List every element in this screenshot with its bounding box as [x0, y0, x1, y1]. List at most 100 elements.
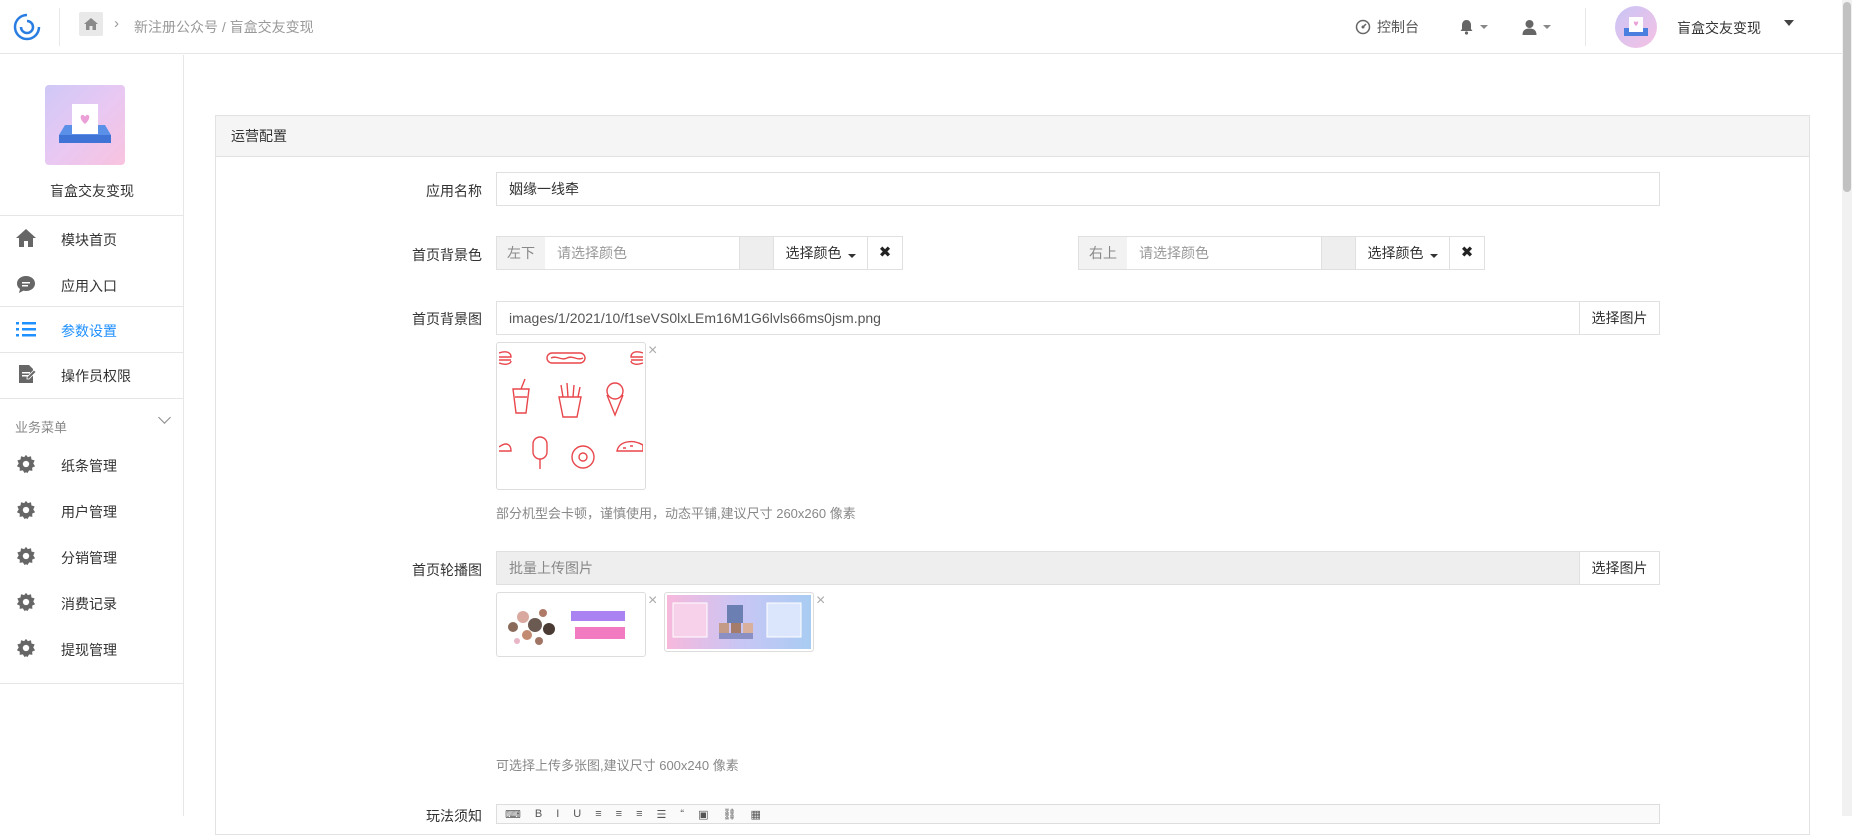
business-menu-label[interactable]: 业务菜单	[15, 417, 67, 436]
blind-box-logo-icon	[1624, 17, 1648, 36]
breadcrumb-separator-icon: ›	[114, 15, 119, 32]
app-name: 盲盒交友变现	[50, 183, 134, 199]
clear-color-button-left[interactable]: ✖	[867, 236, 903, 270]
bell-icon	[1460, 20, 1473, 35]
gear-icon	[16, 454, 36, 474]
choose-image-button[interactable]: 选择图片	[1579, 301, 1660, 335]
sidebar-item-distribution[interactable]: 分销管理	[0, 536, 184, 576]
sidebar-item-consumption-records[interactable]: 消费记录	[0, 582, 184, 622]
home-icon	[84, 18, 98, 30]
account-avatar[interactable]	[1615, 6, 1657, 48]
sidebar-item-app-entry[interactable]: 应用入口	[0, 264, 184, 304]
close-icon: ✖	[1460, 244, 1474, 261]
console-link[interactable]: 控制台	[1355, 0, 1419, 54]
document-icon	[19, 365, 37, 383]
remove-image-close-icon[interactable]: ×	[648, 342, 657, 360]
divider	[0, 306, 184, 307]
close-icon: ✖	[878, 244, 892, 261]
bg-image-thumbnail[interactable]	[496, 342, 646, 490]
divider	[0, 352, 184, 353]
choose-color-button-left[interactable]: 选择颜色	[773, 236, 868, 270]
italic-icon[interactable]: I	[556, 808, 559, 820]
blind-box-logo-icon	[59, 104, 111, 143]
panel-title: 运营配置	[216, 116, 1809, 157]
sidebar-item-label: 应用入口	[61, 278, 117, 294]
app-avatar	[45, 85, 125, 165]
operations-config-panel: 运营配置	[215, 115, 1810, 835]
bg-color-top-right-addon: 右上	[1078, 236, 1128, 270]
sidebar-item-withdrawals[interactable]: 提现管理	[0, 628, 184, 668]
divider	[0, 215, 184, 216]
home-icon	[16, 229, 36, 247]
sidebar-item-label: 用户管理	[61, 504, 117, 520]
source-icon[interactable]: ⌨	[505, 808, 521, 821]
sidebar-item-operator-permissions[interactable]: 操作员权限	[0, 354, 184, 394]
breadcrumb[interactable]: 新注册公众号 / 盲盒交友变现	[134, 17, 314, 37]
divider	[59, 8, 60, 46]
align-right-icon[interactable]: ≡	[636, 808, 642, 820]
align-left-icon[interactable]: ≡	[595, 808, 601, 820]
sidebar-item-users[interactable]: 用户管理	[0, 490, 184, 530]
list-icon[interactable]: ☰	[657, 808, 667, 821]
sidebar-item-label: 参数设置	[61, 323, 117, 339]
clear-color-button-right[interactable]: ✖	[1449, 236, 1485, 270]
bg-image-path-input[interactable]: images/1/2021/10/f1seVS0lxLEm16M1G6lvls6…	[496, 301, 1580, 335]
sidebar-item-label: 分销管理	[61, 550, 117, 566]
link-icon[interactable]: ⛓	[722, 808, 736, 821]
divider	[1585, 8, 1586, 46]
sidebar-item-label: 消费记录	[61, 596, 117, 612]
carousel-thumbnail-2[interactable]	[664, 592, 814, 652]
choose-color-button-right[interactable]: 选择颜色	[1355, 236, 1450, 270]
account-name[interactable]: 盲盒交友变现	[1677, 18, 1761, 38]
scrollbar-thumb[interactable]	[1843, 2, 1851, 192]
sidebar-item-settings[interactable]: 参数设置	[0, 309, 184, 349]
home-button[interactable]	[79, 12, 103, 36]
bg-color-bottom-left-input[interactable]: 请选择颜色	[545, 236, 740, 270]
chevron-down-icon	[847, 254, 856, 258]
image-icon[interactable]: ▣	[698, 808, 708, 821]
underline-icon[interactable]: U	[573, 808, 581, 820]
sidebar-item-module-home[interactable]: 模块首页	[0, 218, 184, 258]
table-icon[interactable]: ▦	[750, 808, 760, 821]
rich-text-editor-toolbar[interactable]: ⌨ B I U ≡ ≡ ≡ ☰ “ ▣ ⛓ ▦	[496, 804, 1660, 824]
user-dropdown[interactable]	[1522, 0, 1551, 54]
rules-label: 玩法须知	[426, 808, 482, 824]
list-icon	[16, 322, 36, 337]
quote-icon[interactable]: “	[680, 808, 684, 820]
carousel-help-text: 可选择上传多张图,建议尺寸 600x240 像素	[496, 758, 739, 773]
chevron-down-icon	[1543, 25, 1551, 29]
bg-color-top-right-swatch[interactable]	[1322, 236, 1356, 270]
chevron-down-icon	[1480, 25, 1488, 29]
app-name-input[interactable]: 姻缘一线牵	[496, 172, 1660, 206]
bold-icon[interactable]: B	[535, 808, 542, 820]
bg-color-top-right-input[interactable]: 请选择颜色	[1127, 236, 1322, 270]
choose-color-label: 选择颜色	[1367, 245, 1424, 261]
app-name-label: 应用名称	[426, 183, 482, 199]
carousel-banner-image	[499, 595, 643, 654]
carousel-label: 首页轮播图	[412, 562, 482, 578]
carousel-upload-input[interactable]: 批量上传图片	[496, 551, 1580, 585]
chevron-down-icon	[1429, 254, 1438, 258]
remove-carousel-2-close-icon[interactable]: ×	[816, 592, 825, 610]
chevron-down-icon[interactable]	[158, 411, 171, 424]
carousel-banner-image	[667, 595, 811, 649]
food-pattern-image	[498, 351, 644, 469]
carousel-thumbnail-1[interactable]	[496, 592, 646, 657]
bg-color-label: 首页背景色	[412, 247, 482, 263]
sidebar-item-label: 纸条管理	[61, 458, 117, 474]
gear-icon	[16, 546, 36, 566]
sidebar-item-notes[interactable]: 纸条管理	[0, 444, 184, 484]
dashboard-icon	[1355, 19, 1371, 35]
choose-carousel-image-button[interactable]: 选择图片	[1579, 551, 1660, 585]
account-chevron-down-icon[interactable]	[1784, 20, 1794, 26]
sidebar-item-label: 提现管理	[61, 642, 117, 658]
bg-color-bottom-left-swatch[interactable]	[740, 236, 774, 270]
console-label: 控制台	[1377, 19, 1419, 35]
app-logo-icon[interactable]	[12, 12, 42, 42]
align-center-icon[interactable]: ≡	[616, 808, 622, 820]
gear-icon	[16, 500, 36, 520]
vertical-scrollbar[interactable]	[1842, 0, 1852, 816]
remove-carousel-1-close-icon[interactable]: ×	[648, 592, 657, 610]
bg-image-help-text: 部分机型会卡顿，谨慎使用，动态平铺,建议尺寸 260x260 像素	[496, 506, 856, 521]
notifications-dropdown[interactable]	[1459, 0, 1488, 54]
